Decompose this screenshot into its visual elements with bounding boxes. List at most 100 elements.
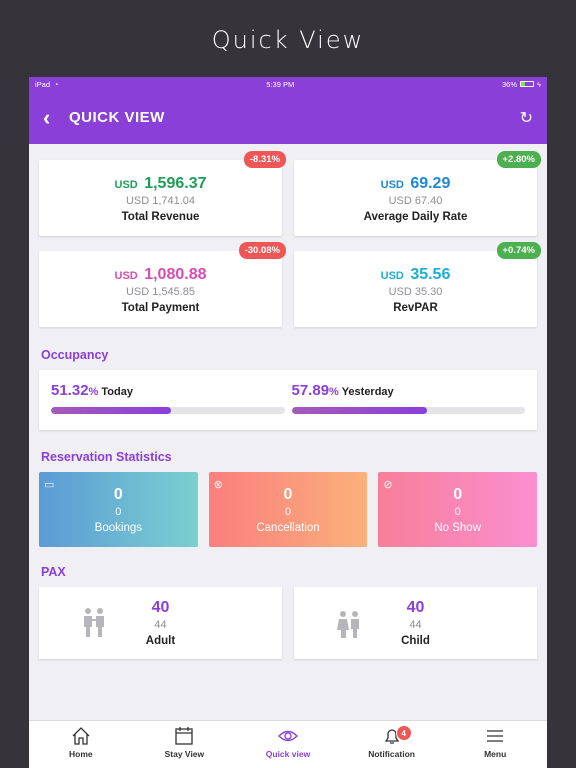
- reservation-title: Reservation Statistics: [41, 450, 172, 464]
- currency: USD: [114, 270, 138, 282]
- occupancy-card[interactable]: 51.32% Today 57.89% Yesterday: [39, 370, 537, 430]
- currency: USD: [380, 179, 404, 191]
- tab-home[interactable]: Home: [29, 721, 133, 768]
- occupancy-label: Today: [101, 386, 133, 398]
- tab-label: Home: [68, 749, 93, 759]
- battery-percent: 36%: [501, 79, 517, 89]
- tab-label: Notification: [368, 749, 415, 759]
- pax-label: Child: [401, 635, 430, 647]
- tab-label: Menu: [484, 749, 507, 759]
- adults-icon: [84, 608, 104, 637]
- refresh-icon[interactable]: ↻: [520, 108, 533, 128]
- status-bar: iPad ◔ 5:39 PM 36% ϟ: [29, 77, 547, 91]
- change-badge: +2.80%: [496, 151, 541, 168]
- pax-sub: 44: [154, 619, 167, 631]
- pax-label: Adult: [145, 635, 176, 647]
- tab-quick-view[interactable]: Quick view: [236, 721, 340, 768]
- card-value: USD 1,596.37: [39, 175, 282, 193]
- occupancy-bar: [291, 407, 525, 414]
- home-icon: [72, 727, 90, 745]
- reservation-value: 0: [113, 486, 123, 503]
- tab-label: Stay View: [164, 749, 205, 759]
- occupancy-bar-fill: [51, 407, 171, 414]
- reservation-card-bookings[interactable]: ▭ 0 0 Bookings: [39, 472, 198, 547]
- battery-icon: [520, 81, 534, 87]
- tab-menu[interactable]: Menu: [443, 721, 547, 768]
- promo-title: Quick View: [211, 26, 365, 54]
- reservation-card-no-show[interactable]: ⊘ 0 0 No Show: [378, 472, 538, 547]
- reservation-card-cancellation[interactable]: ⊗ 0 0 Cancellation: [208, 472, 368, 547]
- change-badge: -8.31%: [243, 151, 286, 168]
- value: 35.56: [410, 266, 451, 283]
- tab-stay-view[interactable]: Stay View: [133, 721, 237, 768]
- calendar-icon: [175, 727, 194, 745]
- occupancy-value: 51.32: [51, 382, 89, 399]
- cancel-circle-icon: ⊗: [213, 479, 223, 491]
- card-label: RevPAR: [393, 302, 438, 314]
- summary-card-total-payment[interactable]: -30.08% USD 1,080.88 USD 1,545.85 Total …: [39, 242, 286, 327]
- occupancy-bar-fill: [291, 407, 427, 414]
- calendar-icon: ▭: [44, 479, 55, 491]
- pax-value: 40: [406, 599, 425, 616]
- value: 1,596.37: [144, 175, 207, 192]
- reservation-label: Cancellation: [256, 522, 320, 534]
- reservation-value: 0: [283, 486, 293, 503]
- occupancy-label: Yesterday: [341, 386, 394, 398]
- change-badge: -30.08%: [238, 242, 286, 259]
- wifi-icon: ◔: [54, 79, 59, 89]
- occupancy-unit: %: [329, 386, 339, 398]
- occupancy-value: 57.89: [291, 382, 330, 399]
- nav-bar: ‹ QUICK VIEW ↻: [29, 91, 547, 144]
- summary-cards: -8.31% USD 1,596.37 USD 1,741.04 Total R…: [39, 151, 541, 327]
- child-icon: [337, 611, 359, 638]
- reservation-label: No Show: [434, 522, 482, 534]
- card-value: USD 69.29: [294, 175, 537, 193]
- charging-icon: ϟ: [537, 79, 541, 89]
- occupancy-bar: [51, 407, 285, 414]
- reservation-sub: 0: [284, 506, 292, 518]
- occupancy-section: Occupancy 51.32% Today 57.89% Yesterday: [39, 348, 537, 430]
- card-value: USD 35.56: [294, 266, 537, 284]
- reservation-sub: 0: [115, 506, 122, 518]
- previous-value: USD 35.30: [388, 286, 443, 298]
- occupancy-today: 51.32% Today: [51, 382, 285, 430]
- back-icon[interactable]: ‹: [43, 105, 69, 131]
- reservation-label: Bookings: [94, 522, 142, 534]
- previous-value: USD 1,741.04: [125, 195, 196, 207]
- pax-card-adult[interactable]: 40 44 Adult: [39, 587, 282, 659]
- currency: USD: [114, 179, 138, 191]
- summary-card-adr[interactable]: +2.80% USD 69.29 USD 67.40 Average Daily…: [294, 151, 541, 236]
- change-badge: +0.74%: [496, 242, 541, 259]
- device-name: iPad: [35, 79, 51, 89]
- pax-title: PAX: [41, 565, 66, 579]
- summary-card-revpar[interactable]: +0.74% USD 35.56 USD 35.30 RevPAR: [294, 242, 541, 327]
- previous-value: USD 1,545.85: [125, 286, 196, 298]
- pax-section: PAX 40 44 Adult 40 44 Child: [39, 565, 537, 659]
- occupancy-yesterday: 57.89% Yesterday: [291, 382, 525, 430]
- tab-bar: Home Stay View Quick view 4 Notification…: [29, 720, 547, 768]
- pax-card-child[interactable]: 40 44 Child: [294, 587, 537, 659]
- currency: USD: [380, 270, 404, 282]
- reservation-sub: 0: [454, 506, 461, 518]
- summary-card-total-revenue[interactable]: -8.31% USD 1,596.37 USD 1,741.04 Total R…: [39, 151, 286, 236]
- eye-icon: [278, 730, 298, 742]
- eye-slash-icon: ⊘: [383, 479, 393, 491]
- card-label: Total Payment: [121, 302, 200, 314]
- card-label: Average Daily Rate: [363, 211, 468, 223]
- tab-notification[interactable]: 4 Notification: [340, 721, 444, 768]
- occupancy-title: Occupancy: [41, 348, 109, 362]
- app-window: iPad ◔ 5:39 PM 36% ϟ ‹ QUICK VIEW ↻ -8.3…: [29, 77, 547, 768]
- value: 1,080.88: [144, 266, 207, 283]
- pax-sub: 44: [409, 619, 422, 631]
- reservation-section: Reservation Statistics ▭ 0 0 Bookings ⊗ …: [39, 450, 538, 547]
- notification-badge: 4: [395, 725, 412, 741]
- status-time: 5:39 PM: [266, 79, 295, 89]
- occupancy-unit: %: [88, 386, 99, 398]
- hamburger-icon: [487, 730, 504, 742]
- card-value: USD 1,080.88: [39, 266, 282, 284]
- card-label: Total Revenue: [121, 211, 200, 223]
- value: 69.29: [410, 175, 451, 192]
- tab-label: Quick view: [265, 749, 311, 759]
- pax-value: 40: [151, 599, 170, 616]
- page-title: QUICK VIEW: [69, 109, 165, 126]
